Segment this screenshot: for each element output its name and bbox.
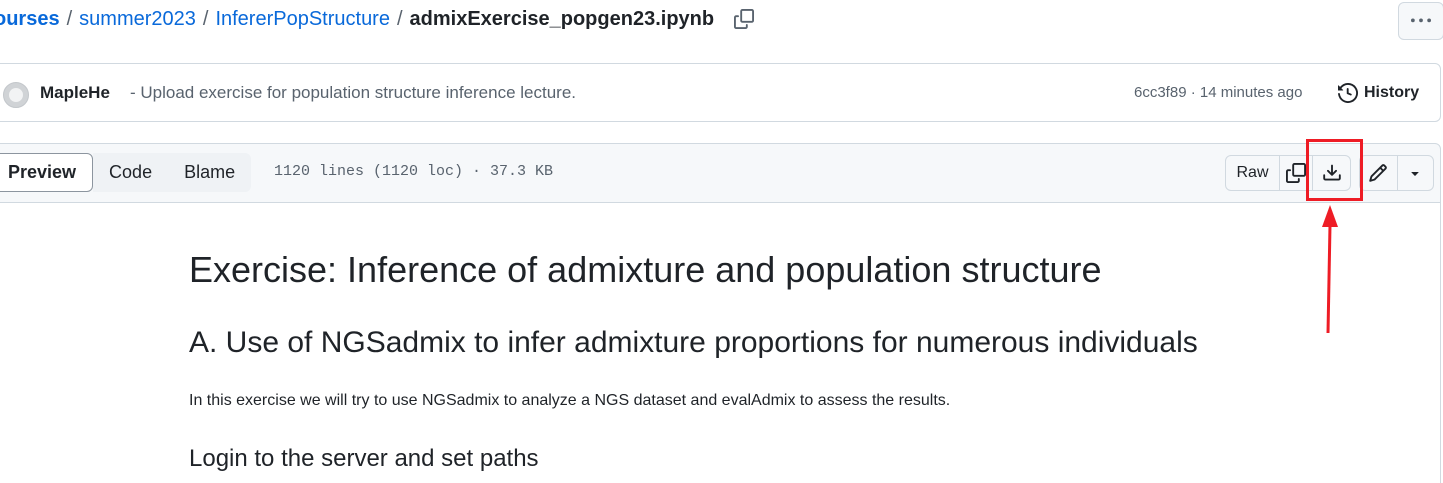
avatar[interactable]	[3, 82, 29, 108]
notebook-subheading: Login to the server and set paths	[189, 445, 539, 472]
edit-button[interactable]	[1360, 156, 1398, 190]
breadcrumb-current-file: admixExercise_popgen23.ipynb	[409, 7, 715, 30]
commit-author[interactable]: MapleHe	[40, 82, 110, 104]
annotation-highlight-box	[1306, 139, 1363, 201]
tab-preview[interactable]: Preview	[0, 153, 94, 192]
edit-dropdown-button[interactable]	[1398, 156, 1434, 190]
annotation-arrow	[1322, 205, 1338, 334]
breadcrumb-link-courses[interactable]: ourses	[0, 8, 60, 31]
commit-message[interactable]: - Upload exercise for population structu…	[130, 82, 576, 104]
copy-path-icon[interactable]	[732, 7, 756, 31]
pencil-icon	[1369, 164, 1388, 182]
edit-actions-group	[1359, 155, 1434, 191]
breadcrumb-link-repo[interactable]: InfererPopStructure	[215, 8, 390, 31]
file-info: 1120 lines (1120 loc) · 37.3 KB	[274, 163, 554, 180]
breadcrumb-link-summer2023[interactable]: summer2023	[79, 8, 196, 31]
raw-button[interactable]: Raw	[1226, 156, 1280, 190]
copy-icon	[1286, 163, 1306, 183]
notebook-paragraph: In this exercise we will try to use NGSa…	[189, 392, 951, 409]
file-header: Preview Code Blame 1120 lines (1120 loc)…	[0, 143, 1441, 203]
history-label: History	[1364, 84, 1420, 101]
commit-meta[interactable]: 6cc3f89 · 14 minutes ago	[1134, 83, 1302, 103]
more-options-button[interactable]	[1398, 2, 1443, 40]
tab-blame[interactable]: Blame	[168, 153, 252, 192]
latest-commit-bar: MapleHe - Upload exercise for population…	[0, 63, 1441, 122]
view-mode-tabs: Preview Code Blame	[0, 153, 252, 192]
history-icon	[1338, 83, 1358, 103]
breadcrumb-separator: /	[396, 7, 403, 30]
breadcrumb-separator: /	[202, 7, 209, 30]
tab-code[interactable]: Code	[93, 153, 169, 192]
breadcrumb-separator: /	[66, 7, 73, 30]
history-button[interactable]: History	[1338, 80, 1419, 106]
notebook-section-heading: A. Use of NGSadmix to infer admixture pr…	[189, 326, 1198, 359]
notebook-title: Exercise: Inference of admixture and pop…	[189, 249, 1102, 290]
triangle-down-icon	[1411, 172, 1419, 176]
breadcrumb: ourses / summer2023 / InfererPopStructur…	[0, 5, 756, 33]
kebab-horizontal-icon	[1411, 18, 1431, 23]
